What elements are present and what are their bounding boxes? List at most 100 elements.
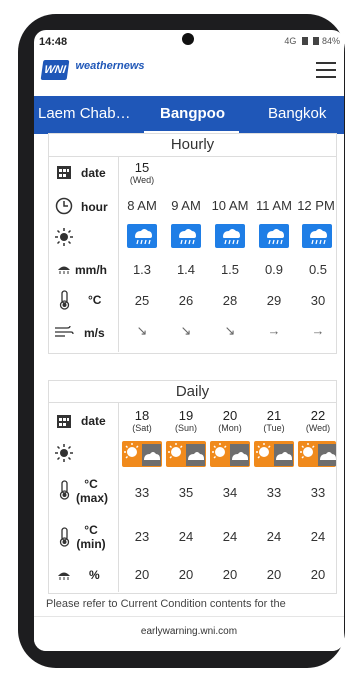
front-camera: [182, 33, 194, 45]
max-temp-qualifier: (max): [76, 491, 109, 505]
precip-cell: 1.5: [220, 262, 240, 277]
daily-divider: [118, 402, 119, 592]
hourly-divider: [118, 156, 119, 352]
battery-level: 84%: [321, 36, 340, 46]
min-temp-cell: 24: [178, 529, 194, 544]
min-temp-unit: °C: [84, 523, 98, 537]
day-number: 18: [134, 408, 150, 423]
hour-cell: 9 AM: [171, 198, 201, 213]
thermometer-min-icon: [59, 527, 70, 547]
hourly-date-cell: 15 (Wed): [120, 160, 164, 185]
max-temp-cell: 33: [266, 485, 282, 500]
hourly-date-day: 15: [134, 160, 150, 175]
app-header: WNI weathernews: [34, 52, 344, 96]
calendar-icon: [57, 415, 71, 428]
weather-sun-icon: [55, 228, 73, 246]
rain-cloud-icon: [171, 224, 201, 248]
precip-cell: 0.9: [264, 262, 284, 277]
wind-arrow-icon: ↘: [180, 323, 192, 338]
rain-chance-icon: [58, 572, 70, 580]
calendar-icon: [57, 166, 71, 179]
day-weekday: (Mon): [218, 423, 242, 433]
min-temp-qualifier: (min): [76, 537, 106, 551]
wind-unit-label: m/s: [84, 326, 105, 340]
rain-amount-icon: [58, 266, 70, 274]
wind-arrow-icon: →: [311, 323, 325, 338]
day-weekday: (Wed): [305, 423, 331, 433]
rain-cloud-icon: [259, 224, 289, 248]
rain-cloud-icon: [215, 224, 245, 248]
sun-cloud-icon: [122, 441, 162, 467]
temp-cell: 25: [134, 293, 150, 308]
weathernews-logo[interactable]: WNI weathernews: [40, 60, 145, 82]
daily-title: Daily: [48, 380, 337, 404]
sun-cloud-icon: [210, 441, 250, 467]
day-number: 22: [310, 408, 326, 423]
sun-cloud-icon: [298, 441, 336, 467]
hourly-hour-label: hour: [81, 200, 108, 214]
tab-laem-chabang[interactable]: Laem Chab…: [38, 96, 131, 134]
day-weekday: (Sat): [132, 423, 152, 433]
min-temp-cell: 24: [266, 529, 282, 544]
max-temp-unit: °C: [84, 477, 98, 491]
daily-date-cell: 20 (Mon): [208, 408, 252, 433]
daily-date-cell: 18 (Sat): [120, 408, 164, 433]
phone-screen: 14:48 4G 84% WNI weathernews Laem Chab… …: [34, 30, 344, 651]
status-bar: 14:48 4G 84%: [34, 30, 344, 52]
logo-mark: WNI: [40, 60, 70, 80]
current-condition-note: Please refer to Current Condition conten…: [46, 598, 286, 610]
precip-cell: 1.3: [132, 262, 152, 277]
pct-cell: 20: [134, 567, 150, 582]
rain-cloud-icon: [302, 224, 332, 248]
hour-cell: 10 AM: [211, 198, 249, 213]
pct-cell: 20: [310, 567, 326, 582]
daily-date-cell: 19 (Sun): [164, 408, 208, 433]
min-temp-label: °C (min): [76, 523, 106, 551]
pct-cell: 20: [222, 567, 238, 582]
clock-icon: [55, 197, 73, 215]
battery-icon: [313, 37, 320, 45]
max-temp-cell: 33: [310, 485, 326, 500]
hour-cell: 11 AM: [256, 198, 292, 213]
temp-cell: 26: [178, 293, 194, 308]
max-temp-cell: 33: [134, 485, 150, 500]
hour-cell: 12 PM: [297, 198, 335, 213]
footer-url[interactable]: earlywarning.wni.com: [34, 616, 344, 651]
sun-cloud-icon: [166, 441, 206, 467]
daily-date-cell: 22 (Wed): [296, 408, 340, 433]
location-tabs: Laem Chab… Bangpoo Bangkok: [34, 96, 344, 134]
day-number: 19: [178, 408, 194, 423]
rain-cloud-icon: [127, 224, 157, 248]
hour-cell: 8 AM: [127, 198, 157, 213]
hourly-date-label: date: [81, 166, 106, 180]
wind-arrow-icon: ↘: [136, 323, 148, 338]
tab-bangkok[interactable]: Bangkok: [268, 96, 326, 134]
precip-cell: 1.4: [176, 262, 196, 277]
max-temp-cell: 35: [178, 485, 194, 500]
daily-date-label: date: [81, 414, 106, 428]
temp-cell: 28: [222, 293, 238, 308]
thermometer-icon: [59, 290, 70, 310]
hourly-date-weekday: (Wed): [129, 175, 155, 185]
precip-unit-label: mm/h: [75, 263, 108, 277]
pct-unit-label: %: [89, 568, 100, 582]
day-number: 20: [222, 408, 238, 423]
signal-icon: [301, 37, 308, 45]
precip-cell: 0.5: [308, 262, 328, 277]
pct-cell: 20: [266, 567, 282, 582]
day-weekday: (Tue): [263, 423, 285, 433]
day-weekday: (Sun): [174, 423, 197, 433]
status-time: 14:48: [39, 36, 68, 48]
temp-cell: 29: [266, 293, 282, 308]
sun-cloud-icon: [254, 441, 294, 467]
daily-date-cell: 21 (Tue): [252, 408, 296, 433]
logo-text: weathernews: [75, 60, 145, 72]
temp-cell: 30: [310, 293, 326, 308]
temp-unit-label: °C: [88, 293, 102, 307]
hourly-title: Hourly: [48, 133, 337, 157]
min-temp-cell: 24: [310, 529, 326, 544]
hamburger-menu-icon[interactable]: [316, 62, 336, 78]
wind-arrow-icon: ↘: [224, 323, 236, 338]
max-temp-label: °C (max): [76, 477, 109, 505]
tab-bangpoo[interactable]: Bangpoo: [160, 96, 225, 134]
